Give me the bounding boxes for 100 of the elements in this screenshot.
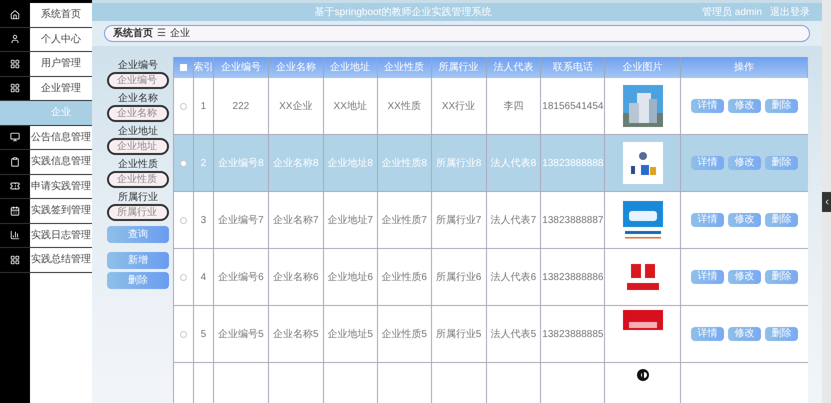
sidebar-item[interactable]: 公告信息管理	[0, 126, 92, 150]
table-cell-text: 企业名称5	[273, 328, 319, 342]
row-checkbox[interactable]	[180, 330, 187, 338]
action-button[interactable]: 删除	[765, 156, 798, 170]
row-checkbox[interactable]	[180, 216, 187, 224]
sidebar-item[interactable]: 用户管理	[0, 52, 92, 76]
action-button[interactable]: 删除	[765, 270, 798, 284]
window-title: 基于springboot的教师企业实践管理系统	[314, 6, 492, 20]
search-field[interactable]: 企业名称	[107, 105, 169, 122]
field-label: 企业名称	[118, 92, 158, 105]
sidebar-item[interactable]: 企业管理	[0, 76, 92, 101]
search-button[interactable]: 查询	[107, 226, 169, 243]
column-header: 企业地址	[330, 60, 370, 75]
action-button[interactable]: 修改	[728, 270, 762, 284]
action-button[interactable]: 删除	[765, 213, 798, 227]
table-row[interactable]: 5 企业编号5 企业名称5 企业地址5 企业性质5 所属行业5 法人代表5 13823888885 详情 修改 删除	[174, 306, 808, 363]
home-icon	[10, 10, 20, 20]
action-button[interactable]: 详情	[691, 99, 724, 113]
table-cell-text: XX性质	[387, 100, 421, 114]
table-cell-text: 法人代表8	[490, 156, 536, 170]
table-cell-text: XX企业	[279, 100, 312, 114]
breadcrumb-link[interactable]: 系统首页	[113, 26, 153, 41]
breadcrumb-current: 企业	[170, 26, 190, 41]
column-header: 企业图片	[622, 60, 663, 75]
column-header: 企业名称	[276, 60, 316, 75]
add-button[interactable]: 新增	[107, 252, 169, 269]
sidebar-item[interactable]: 申请实践管理	[0, 174, 92, 199]
table-row[interactable]: 1 222 XX企业 XX地址 XX性质 XX行业 李四 18156541454 详情 修改 删除	[174, 78, 808, 135]
sidebar-item[interactable]: 实践总结管理	[0, 248, 92, 272]
table-cell-text: 企业名称7	[273, 214, 319, 228]
table-cell-text: 企业编号7	[218, 214, 264, 228]
row-checkbox[interactable]	[180, 274, 187, 280]
table-row[interactable]: 4 企业编号6 企业名称6 企业地址6 企业性质6 所属行业6 法人代表6 13823888886 详情 修改 删除	[174, 249, 808, 306]
action-button[interactable]: 详情	[691, 156, 724, 170]
table-cell-text: XX行业	[442, 100, 476, 114]
table-cell-text: 13823888886	[542, 270, 604, 284]
table-cell-text: 企业性质8	[381, 156, 427, 170]
row-checkbox[interactable]	[180, 160, 187, 166]
grid-icon	[10, 83, 20, 94]
table-cell-text: 企业编号8	[218, 156, 264, 170]
sidebar-item[interactable]: 实践签到管理	[0, 199, 92, 224]
grid-icon	[10, 58, 20, 69]
table-cell-text: 企业编号5	[218, 328, 264, 342]
action-button[interactable]: 详情	[691, 270, 724, 284]
table-row[interactable]: 2 企业编号8 企业名称8 企业地址8 企业性质8 所属行业8 法人代表8 13823888888 详情 修改 删除	[174, 135, 808, 192]
select-all-checkbox[interactable]	[180, 64, 187, 71]
panel-toggle-button[interactable]	[822, 192, 831, 212]
user-icon	[10, 34, 20, 44]
table-cell-text: XX地址	[334, 100, 367, 114]
table-cell-text: 13823888885	[542, 328, 604, 342]
table-cell-text: 企业地址7	[327, 214, 373, 228]
logout-link[interactable]: 退出登录	[770, 4, 810, 20]
sidebar-item[interactable]: 系统首页	[0, 3, 92, 28]
table-cell-text: 法人代表5	[490, 328, 536, 342]
column-header: 法人代表	[493, 60, 534, 75]
grid-icon	[10, 254, 20, 265]
action-button[interactable]: 详情	[691, 327, 724, 341]
sidebar-item[interactable]: 个人中心	[0, 28, 92, 52]
table-cell-text: 18156541454	[542, 100, 604, 114]
field-label: 企业编号	[118, 59, 158, 72]
search-field[interactable]: 所属行业	[107, 204, 169, 221]
search-field[interactable]: 企业编号	[107, 72, 169, 89]
ticket-icon	[10, 181, 20, 192]
clipboard-icon	[10, 156, 20, 167]
sidebar-item[interactable]: 企业	[0, 101, 92, 126]
table-cell-text: 3	[200, 214, 206, 228]
monitor-icon	[10, 132, 20, 142]
table-cell-text: 法人代表7	[490, 214, 536, 228]
table-cell-text: 所属行业6	[436, 270, 482, 284]
row-checkbox[interactable]	[180, 102, 187, 110]
table-cell-text: 企业名称8	[273, 156, 319, 170]
table-row[interactable]: 3 企业编号7 企业名称7 企业地址7 企业性质7 所属行业7 法人代表7 13823888887 详情 修改 删除	[174, 192, 808, 249]
action-button[interactable]: 修改	[728, 327, 762, 341]
delete-button[interactable]: 删除	[107, 272, 169, 289]
action-button[interactable]: 删除	[765, 99, 798, 113]
table-cell-text: 13823888887	[542, 214, 604, 228]
sidebar-item[interactable]: 实践信息管理	[0, 150, 92, 174]
search-field[interactable]: 企业性质	[107, 171, 169, 188]
table-cell-text: 法人代表6	[490, 270, 536, 284]
column-header: 联系电话	[552, 60, 593, 75]
action-button[interactable]: 详情	[691, 213, 724, 227]
table-cell-text: 李四	[503, 100, 524, 114]
table-cell-text: 企业地址5	[327, 328, 373, 342]
table-cell-text: 1	[200, 100, 206, 114]
action-button[interactable]: 修改	[728, 156, 762, 170]
table-cell-text: 企业性质7	[381, 214, 427, 228]
table-cell-text: 222	[232, 100, 250, 114]
breadcrumb-separator: ☰	[157, 27, 166, 41]
action-button[interactable]: 修改	[728, 213, 762, 227]
action-button[interactable]: 删除	[765, 327, 798, 341]
table-cell-text: 企业名称6	[273, 270, 319, 284]
column-header: 所属行业	[438, 60, 479, 75]
table-cell-text: 13823888888	[542, 156, 604, 170]
column-header: 企业编号	[220, 60, 261, 75]
search-field[interactable]: 企业地址	[107, 138, 169, 155]
bar-chart-icon	[10, 230, 20, 240]
table-cell-text: 所属行业5	[436, 328, 482, 342]
action-button[interactable]: 修改	[728, 99, 762, 113]
field-label: 所属行业	[118, 191, 158, 204]
sidebar-item[interactable]: 实践日志管理	[0, 224, 92, 248]
